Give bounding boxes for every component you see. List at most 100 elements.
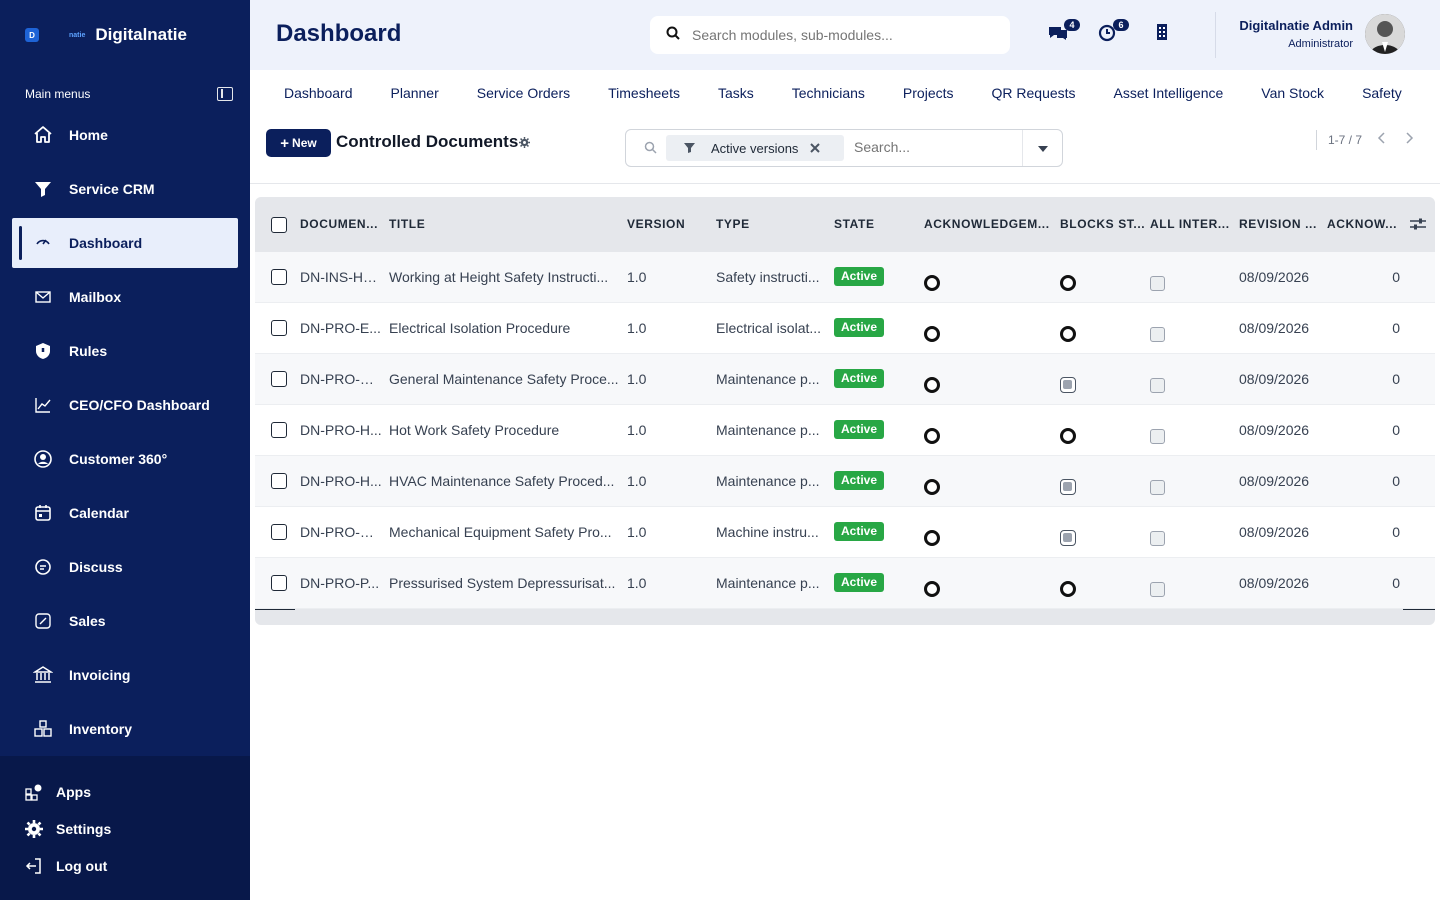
acknowledgement-required-toggle[interactable] — [924, 275, 940, 291]
logout-link[interactable]: Log out — [24, 856, 107, 876]
tab-qr-requests[interactable]: QR Requests — [992, 85, 1076, 101]
status-badge: Active — [834, 420, 885, 439]
acknowledgement-required-toggle[interactable] — [924, 377, 940, 393]
chevron-left-icon — [1377, 131, 1385, 149]
row-checkbox[interactable] — [271, 473, 287, 489]
tab-dashboard[interactable]: Dashboard — [284, 85, 353, 101]
column-header-acknowledgement[interactable]: ACKNOWLEDGEM... — [924, 217, 1050, 231]
table-row[interactable]: DN-INS-HE... Working at Height Safety In… — [255, 252, 1435, 303]
table-row[interactable]: DN-PRO-P... Pressurised System Depressur… — [255, 558, 1435, 609]
column-header-state[interactable]: STATE — [834, 217, 875, 231]
acknowledgement-required-toggle[interactable] — [924, 479, 940, 495]
brand-small-text: natie — [69, 31, 86, 39]
tab-projects[interactable]: Projects — [903, 85, 954, 101]
cell-revision: 08/09/2026 — [1239, 575, 1310, 591]
sidebar-collapse-icon[interactable] — [217, 87, 233, 101]
sidebar-item-home[interactable]: Home — [12, 110, 238, 160]
cell-type: Maintenance p... — [716, 422, 820, 438]
close-icon[interactable] — [810, 141, 821, 156]
global-search[interactable] — [650, 16, 1010, 54]
brand[interactable]: D natie Digitalnatie — [25, 22, 187, 48]
tab-van-stock[interactable]: Van Stock — [1261, 85, 1324, 101]
cell-version: 1.0 — [627, 422, 647, 438]
acknowledgement-required-toggle[interactable] — [924, 326, 940, 342]
sidebar-item-label: Home — [69, 127, 108, 143]
row-checkbox[interactable] — [271, 575, 287, 591]
cell-document: DN-PRO-P... — [300, 575, 380, 591]
pager-previous-button[interactable] — [1373, 131, 1389, 149]
sidebar-item-label: Calendar — [69, 505, 129, 521]
pager-value[interactable]: 1-7 / 7 — [1328, 133, 1362, 147]
activity-button[interactable]: 6 — [1095, 19, 1129, 46]
global-search-input[interactable] — [692, 27, 992, 43]
avatar[interactable] — [1365, 14, 1405, 54]
acknowledgement-required-toggle[interactable] — [924, 530, 940, 546]
row-checkbox[interactable] — [271, 320, 287, 336]
sidebar-item-rules[interactable]: Rules — [12, 326, 238, 376]
blocks-start-toggle[interactable] — [1060, 275, 1076, 291]
blocks-start-toggle[interactable] — [1060, 530, 1076, 546]
row-checkbox[interactable] — [271, 524, 287, 540]
sidebar-item-service-crm[interactable]: Service CRM — [12, 164, 238, 214]
status-badge: Active — [834, 369, 885, 388]
sidebar-item-customer-360[interactable]: Customer 360° — [12, 434, 238, 484]
sidebar-item-dashboard[interactable]: Dashboard — [12, 218, 238, 268]
row-checkbox[interactable] — [271, 422, 287, 438]
column-header-title[interactable]: TITLE — [389, 217, 425, 231]
sidebar-item-mailbox[interactable]: Mailbox — [12, 272, 238, 322]
brand-logo-icon: D — [25, 28, 39, 42]
sidebar-item-sales[interactable]: Sales — [12, 596, 238, 646]
sidebar-item-discuss[interactable]: Discuss — [12, 542, 238, 592]
apps-link[interactable]: Apps — [24, 782, 91, 802]
cell-title: General Maintenance Safety Proce... — [389, 371, 619, 387]
tab-safety[interactable]: Safety — [1362, 85, 1402, 101]
sidebar-item-calendar[interactable]: Calendar — [12, 488, 238, 538]
table-horizontal-scrollbar[interactable] — [255, 609, 1435, 625]
pager-next-button[interactable] — [1402, 131, 1418, 149]
column-header-type[interactable]: TYPE — [716, 217, 750, 231]
settings-link[interactable]: Settings — [24, 819, 111, 839]
sidebar-item-ceo-cfo-dashboard[interactable]: CEO/CFO Dashboard — [12, 380, 238, 430]
tab-asset-intelligence[interactable]: Asset Intelligence — [1114, 85, 1224, 101]
sidebar-item-invoicing[interactable]: Invoicing — [12, 650, 238, 700]
search-options-toggle[interactable] — [1022, 130, 1062, 166]
column-header-version[interactable]: VERSION — [627, 217, 685, 231]
filter-chip-active-versions[interactable]: Active versions — [666, 135, 844, 161]
user-name[interactable]: Digitalnatie Admin — [1239, 18, 1353, 33]
row-checkbox[interactable] — [271, 269, 287, 285]
column-header-revision[interactable]: REVISION ... — [1239, 217, 1317, 231]
column-header-blocks[interactable]: BLOCKS ST... — [1060, 217, 1145, 231]
tab-timesheets[interactable]: Timesheets — [608, 85, 680, 101]
search-input[interactable] — [854, 139, 1024, 155]
column-header-all-internal[interactable]: ALL INTER... — [1150, 217, 1230, 231]
acknowledgement-required-toggle[interactable] — [924, 581, 940, 597]
blocks-start-toggle[interactable] — [1060, 428, 1076, 444]
row-checkbox[interactable] — [271, 371, 287, 387]
tab-service-orders[interactable]: Service Orders — [477, 85, 570, 101]
acknowledgement-required-toggle[interactable] — [924, 428, 940, 444]
company-button[interactable] — [1150, 22, 1174, 46]
table-row[interactable]: DN-PRO-M... Mechanical Equipment Safety … — [255, 507, 1435, 558]
table-row[interactable]: DN-PRO-G... General Maintenance Safety P… — [255, 354, 1435, 405]
table-row[interactable]: DN-PRO-E... Electrical Isolation Procedu… — [255, 303, 1435, 354]
gear-icon[interactable] — [519, 137, 530, 148]
cell-title: Working at Height Safety Instructi... — [389, 269, 609, 285]
tab-planner[interactable]: Planner — [391, 85, 439, 101]
blocks-start-toggle[interactable] — [1060, 581, 1076, 597]
tab-tasks[interactable]: Tasks — [718, 85, 754, 101]
blocks-start-toggle[interactable] — [1060, 479, 1076, 495]
table-row[interactable]: DN-PRO-H... Hot Work Safety Procedure 1.… — [255, 405, 1435, 456]
column-settings-icon[interactable] — [1410, 217, 1426, 236]
tab-technicians[interactable]: Technicians — [792, 85, 865, 101]
blocks-start-toggle[interactable] — [1060, 326, 1076, 342]
all-internal-checkbox — [1150, 378, 1165, 393]
sidebar-item-inventory[interactable]: Inventory — [12, 704, 238, 754]
table-row[interactable]: DN-PRO-H... HVAC Maintenance Safety Proc… — [255, 456, 1435, 507]
column-header-acknowledged-count[interactable]: ACKNOW... — [1327, 217, 1397, 231]
select-all-checkbox[interactable] — [271, 217, 287, 233]
column-header-document[interactable]: DOCUMEN... — [300, 217, 378, 231]
blocks-start-toggle[interactable] — [1060, 377, 1076, 393]
cell-revision: 08/09/2026 — [1239, 269, 1310, 285]
messages-button[interactable]: 4 — [1046, 19, 1080, 46]
new-button[interactable]: + New — [266, 129, 331, 157]
